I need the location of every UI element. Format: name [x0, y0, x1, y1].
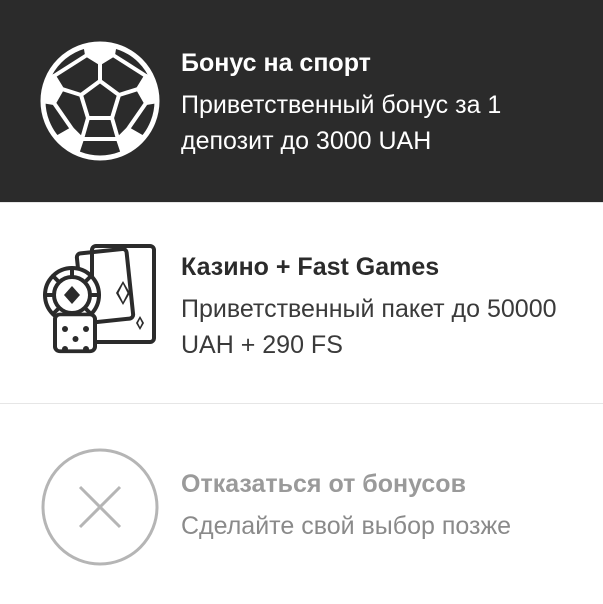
bonus-option-sport[interactable]: Бонус на спорт Приветственный бонус за 1… [0, 0, 603, 202]
bonus-option-description: Приветственный бонус за 1 депозит до 300… [181, 91, 502, 155]
soccer-ball-icon [40, 41, 160, 161]
bonus-option-text: Бонус на спорт Приветственный бонус за 1… [181, 47, 583, 159]
bonus-option-title: Отказаться от бонусов [181, 470, 466, 498]
bonus-option-decline[interactable]: Отказаться от бонусов Сделайте свой выбо… [0, 404, 603, 604]
bonus-option-title: Казино + Fast Games [181, 253, 440, 281]
close-circle-icon [40, 447, 160, 567]
bonus-option-text: Казино + Fast Games Приветственный пакет… [181, 251, 583, 363]
bonus-option-title: Бонус на спорт [181, 49, 371, 77]
bonus-option-text: Отказаться от бонусов Сделайте свой выбо… [181, 468, 583, 544]
bonus-option-description: Сделайте свой выбор позже [181, 512, 512, 540]
bonus-option-description: Приветственный пакет до 50000 UAH + 290 … [181, 295, 557, 359]
casino-chip-cards-dice-icon [40, 243, 160, 363]
bonus-option-casino[interactable]: Казино + Fast Games Приветственный пакет… [0, 202, 603, 404]
bonus-selection-panel: Бонус на спорт Приветственный бонус за 1… [0, 0, 603, 604]
